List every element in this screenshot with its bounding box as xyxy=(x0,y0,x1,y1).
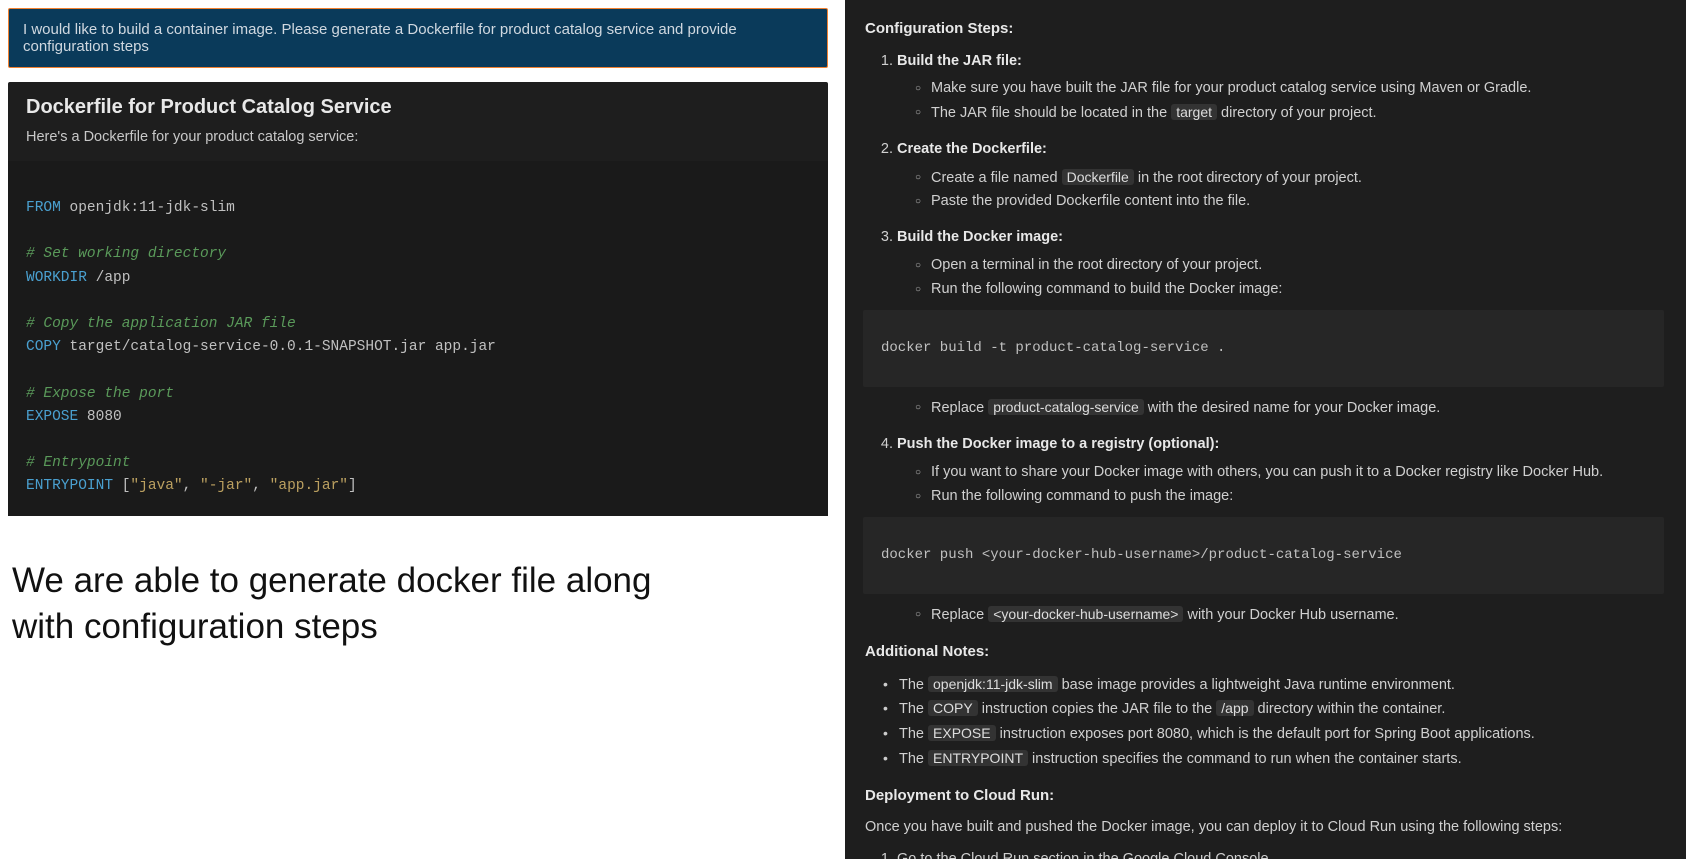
text: The xyxy=(899,701,928,717)
list-item: Make sure you have built the JAR file fo… xyxy=(915,78,1664,100)
deployment-intro: Once you have built and pushed the Docke… xyxy=(865,817,1664,839)
step-push-image: Push the Docker image to a registry (opt… xyxy=(897,434,1664,627)
text: The JAR file should be located in the xyxy=(931,105,1171,121)
response-title: Dockerfile for Product Catalog Service xyxy=(26,96,810,119)
code-keyword: FROM xyxy=(26,200,61,216)
step-sublist: Create a file named Dockerfile in the ro… xyxy=(915,167,1664,214)
text: Paste the provided Dockerfile content in… xyxy=(931,193,1250,209)
code-comment: # Expose the port xyxy=(26,386,174,402)
code-text: , xyxy=(183,478,200,494)
text: Run the following command to build the D… xyxy=(931,281,1282,297)
list-item: Replace product-catalog-service with the… xyxy=(915,397,1664,420)
step-build-image: Build the Docker image: Open a terminal … xyxy=(897,227,1664,420)
text: base image provides a lightweight Java r… xyxy=(1058,677,1455,693)
code-keyword: EXPOSE xyxy=(26,409,78,425)
left-column: I would like to build a container image.… xyxy=(8,8,828,516)
code-string: "java" xyxy=(130,478,182,494)
code-comment: # Set working directory xyxy=(26,246,226,262)
list-item: The EXPOSE instruction exposes port 8080… xyxy=(883,723,1664,746)
text: Create a file named xyxy=(931,170,1062,186)
step-title: Build the Docker image: xyxy=(897,229,1063,245)
step-title: Create the Dockerfile: xyxy=(897,141,1047,157)
list-item: The COPY instruction copies the JAR file… xyxy=(883,698,1664,721)
list-item: The JAR file should be located in the ta… xyxy=(915,102,1664,125)
text: If you want to share your Docker image w… xyxy=(931,464,1603,480)
command-block: docker push <your-docker-hub-username>/p… xyxy=(863,517,1664,594)
text: Make sure you have built the JAR file fo… xyxy=(931,80,1531,96)
step-build-jar: Build the JAR file: Make sure you have b… xyxy=(897,51,1664,125)
code-text: , xyxy=(252,478,269,494)
list-item: Run the following command to push the im… xyxy=(915,486,1664,508)
user-prompt: I would like to build a container image.… xyxy=(8,8,828,68)
right-column: Configuration Steps: Build the JAR file:… xyxy=(845,0,1686,859)
inline-code: <your-docker-hub-username> xyxy=(988,606,1183,622)
code-comment: # Entrypoint xyxy=(26,455,130,471)
list-item: Create a file named Dockerfile in the ro… xyxy=(915,167,1664,190)
inline-code: Dockerfile xyxy=(1062,169,1134,185)
text: The xyxy=(899,677,928,693)
code-comment: # Copy the application JAR file xyxy=(26,316,296,332)
inline-code: ENTRYPOINT xyxy=(928,750,1028,766)
text: The xyxy=(899,751,928,767)
inline-code: product-catalog-service xyxy=(988,399,1144,415)
list-item: Run the following command to build the D… xyxy=(915,279,1664,301)
step-sublist: Open a terminal in the root directory of… xyxy=(915,255,1664,301)
slide-caption: We are able to generate docker file alon… xyxy=(12,558,712,649)
step-sublist: Replace <your-docker-hub-username> with … xyxy=(915,604,1664,627)
text: Replace xyxy=(931,607,988,623)
text: instruction copies the JAR file to the xyxy=(978,701,1217,717)
list-item: The openjdk:11-jdk-slim base image provi… xyxy=(883,674,1664,697)
list-item: Go to the Cloud Run section in the Googl… xyxy=(897,849,1664,859)
deployment-heading: Deployment to Cloud Run: xyxy=(865,785,1664,808)
inline-code: openjdk:11-jdk-slim xyxy=(928,676,1058,692)
text: with the desired name for your Docker im… xyxy=(1144,400,1441,416)
text: Run the following command to push the im… xyxy=(931,488,1233,504)
response-subtitle: Here's a Dockerfile for your product cat… xyxy=(26,129,810,145)
text: The xyxy=(899,726,928,742)
code-keyword: COPY xyxy=(26,339,61,355)
text: instruction exposes port 8080, which is … xyxy=(996,726,1535,742)
code-text: target/catalog-service-0.0.1-SNAPSHOT.ja… xyxy=(61,339,496,355)
inline-code: target xyxy=(1171,104,1217,120)
step-create-dockerfile: Create the Dockerfile: Create a file nam… xyxy=(897,139,1664,213)
code-text: ] xyxy=(348,478,357,494)
inline-code: /app xyxy=(1216,700,1253,716)
step-sublist: If you want to share your Docker image w… xyxy=(915,462,1664,508)
additional-notes-list: The openjdk:11-jdk-slim base image provi… xyxy=(883,674,1664,771)
code-string: "app.jar" xyxy=(270,478,348,494)
config-steps-heading: Configuration Steps: xyxy=(865,18,1664,41)
list-item: Open a terminal in the root directory of… xyxy=(915,255,1664,277)
step-title: Build the JAR file: xyxy=(897,53,1022,69)
list-item: The ENTRYPOINT instruction specifies the… xyxy=(883,748,1664,771)
text: directory of your project. xyxy=(1217,105,1377,121)
step-sublist: Make sure you have built the JAR file fo… xyxy=(915,78,1664,125)
assistant-response: Dockerfile for Product Catalog Service H… xyxy=(8,82,828,516)
step-title: Push the Docker image to a registry (opt… xyxy=(897,436,1219,452)
text: with your Docker Hub username. xyxy=(1183,607,1398,623)
inline-code: EXPOSE xyxy=(928,725,996,741)
text: in the root directory of your project. xyxy=(1134,170,1362,186)
additional-notes-heading: Additional Notes: xyxy=(865,641,1664,664)
code-text: 8080 xyxy=(78,409,122,425)
dockerfile-code-block: FROM openjdk:11-jdk-slim # Set working d… xyxy=(8,161,828,516)
step-sublist: Replace product-catalog-service with the… xyxy=(915,397,1664,420)
text: instruction specifies the command to run… xyxy=(1028,751,1462,767)
list-item: Paste the provided Dockerfile content in… xyxy=(915,191,1664,213)
deployment-steps-list: Go to the Cloud Run section in the Googl… xyxy=(897,849,1664,859)
text: Open a terminal in the root directory of… xyxy=(931,257,1262,273)
list-item: If you want to share your Docker image w… xyxy=(915,462,1664,484)
config-steps-list: Build the JAR file: Make sure you have b… xyxy=(897,51,1664,628)
command-block: docker build -t product-catalog-service … xyxy=(863,310,1664,387)
code-keyword: WORKDIR xyxy=(26,270,87,286)
inline-code: COPY xyxy=(928,700,978,716)
text: directory within the container. xyxy=(1254,701,1446,717)
list-item: Replace <your-docker-hub-username> with … xyxy=(915,604,1664,627)
code-text: /app xyxy=(87,270,131,286)
code-keyword: ENTRYPOINT xyxy=(26,478,113,494)
code-string: "-jar" xyxy=(200,478,252,494)
text: Replace xyxy=(931,400,988,416)
code-text: openjdk:11-jdk-slim xyxy=(61,200,235,216)
code-text: [ xyxy=(113,478,130,494)
